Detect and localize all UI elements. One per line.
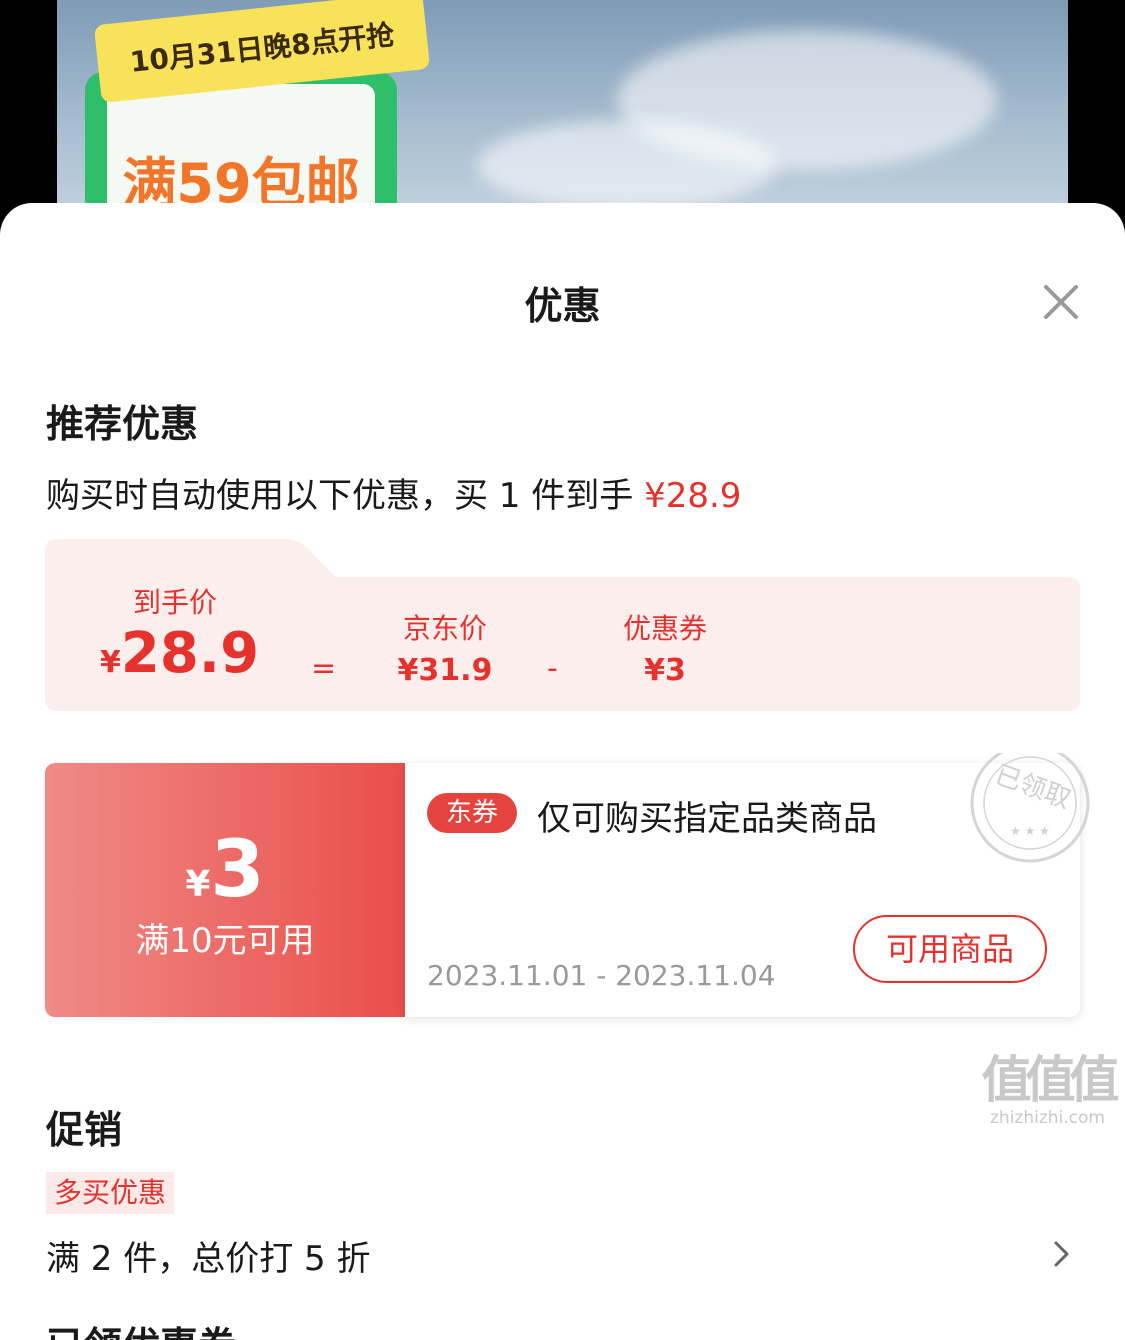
coupon-currency: ¥ (185, 864, 211, 905)
jd-price-value: ¥31.9 (397, 653, 493, 688)
coupon-discount-label: 优惠券 (622, 612, 707, 645)
recommended-heading: 推荐优惠 (46, 402, 199, 446)
description-text: 购买时自动使用以下优惠，买 1 件到手 (46, 476, 645, 516)
final-price-currency: ¥ (100, 645, 121, 680)
final-price-label: 到手价 (132, 586, 217, 619)
watermark-url: zhizhizhi.com (990, 1108, 1105, 1128)
sheet-title: 优惠 (524, 284, 601, 328)
chevron-right-icon[interactable] (1052, 1239, 1072, 1269)
close-icon[interactable] (1040, 281, 1082, 323)
svg-text:★ ★ ★: ★ ★ ★ (1010, 824, 1050, 838)
recommended-description: 购买时自动使用以下优惠，买 1 件到手 ¥28.9 (46, 468, 741, 517)
coupon-details: 东券 仅可购买指定品类商品 2023.11.01 - 2023.11.04 可用… (405, 753, 1090, 1017)
equals-sign: = (311, 651, 337, 686)
coupon-condition: 满10元可用 (135, 921, 315, 961)
coupon-discount-value: ¥3 (644, 653, 686, 688)
coupon-card: ¥3 满10元可用 东券 仅可购买指定品类商品 2023.11.01 - 202… (45, 753, 1090, 1017)
watermark-logo: 值值值 (981, 1051, 1120, 1109)
jd-price-label: 京东价 (402, 612, 487, 645)
site-watermark: 值值值 zhizhizhi.com (975, 1052, 1120, 1134)
coupon-validity: 2023.11.01 - 2023.11.04 (427, 959, 776, 992)
coupon-amount: ¥3 (45, 825, 405, 915)
promotion-text[interactable]: 满 2 件，总价打 5 折 (46, 1231, 371, 1280)
coupon-type-tag: 东券 (427, 793, 517, 833)
claimed-coupons-heading: 已领优惠券 (46, 1315, 236, 1340)
description-price: ¥28.9 (644, 476, 742, 516)
promotion-tag: 多买优惠 (46, 1172, 175, 1214)
price-breakdown: 到手价 ¥28.9 = 京东价 ¥31.9 - 优惠券 ¥3 (45, 539, 1080, 711)
jd-price-block: 京东价 ¥31.9 (385, 607, 505, 688)
coupon-description: 仅可购买指定品类商品 (537, 799, 877, 839)
coupon-discount-block: 优惠券 ¥3 (605, 607, 725, 688)
claimed-stamp-icon: 已领取 ★ ★ ★ (970, 753, 1090, 863)
minus-sign: - (547, 651, 558, 686)
stamp-text: 已领取 (991, 760, 1075, 815)
coupon-amount-panel: ¥3 满10元可用 (45, 763, 405, 1017)
discount-sheet: 优惠 推荐优惠 购买时自动使用以下优惠，买 1 件到手 ¥28.9 到手价 ¥2… (0, 203, 1125, 1340)
promotion-heading: 促销 (46, 1108, 123, 1152)
final-price-number: 28.9 (120, 621, 260, 686)
final-price-block: 到手价 ¥28.9 (100, 581, 259, 686)
coupon-amount-number: 3 (210, 825, 265, 915)
available-products-button[interactable]: 可用商品 (853, 915, 1047, 983)
final-price-value: ¥28.9 (100, 621, 259, 686)
